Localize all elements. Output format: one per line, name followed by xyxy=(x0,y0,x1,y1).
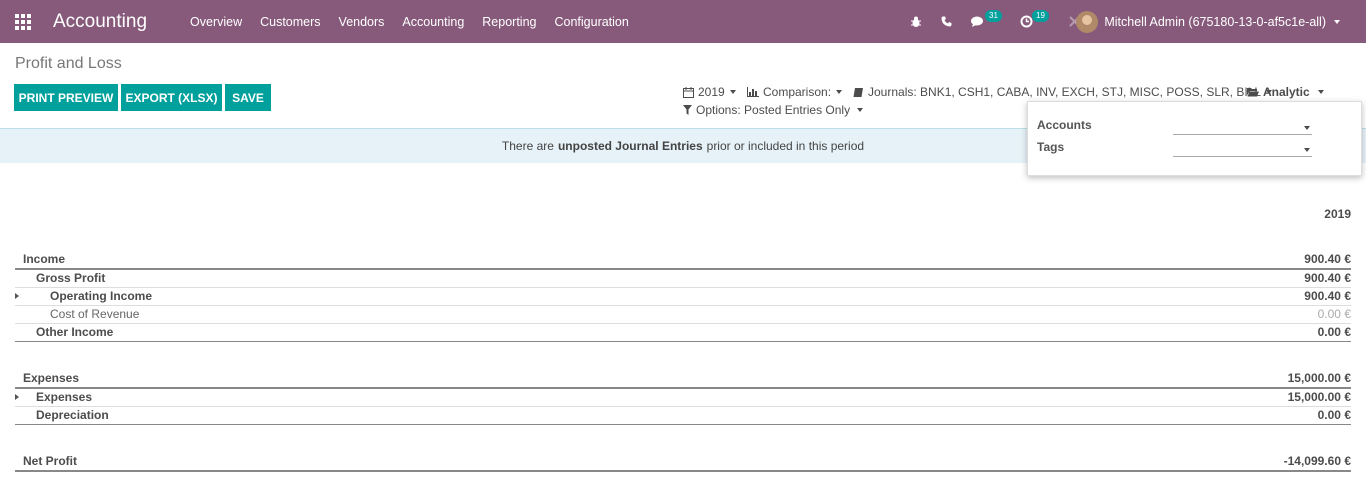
row-label: Cost of Revenue xyxy=(50,307,140,321)
table-row: Depreciation 0.00 € xyxy=(15,406,1351,425)
page-title: Profit and Loss xyxy=(15,55,122,72)
menu-customers[interactable]: Customers xyxy=(260,15,320,29)
table-row: Other Income 0.00 € xyxy=(15,323,1351,342)
table-row: Cost of Revenue 0.00 € xyxy=(15,305,1351,324)
book-icon xyxy=(853,87,863,97)
user-name: Mitchell Admin (675180-13-0-af5c1e-all) xyxy=(1104,14,1326,29)
row-label[interactable]: Operating Income xyxy=(15,289,1304,303)
chevron-down-icon xyxy=(1304,126,1310,130)
date-filter[interactable]: 2019 xyxy=(683,85,736,99)
phone-icon[interactable] xyxy=(941,0,952,43)
analytic-filter-label: Analytic xyxy=(1263,85,1310,99)
top-navbar: Accounting Overview Customers Vendors Ac… xyxy=(0,0,1366,43)
table-row: Income 900.40 € xyxy=(15,250,1351,270)
row-label[interactable]: Expenses xyxy=(15,390,1288,404)
main-menu: Overview Customers Vendors Accounting Re… xyxy=(190,15,647,29)
app-name: Accounting xyxy=(53,10,148,32)
row-value: 0.00 € xyxy=(1317,307,1351,321)
journals-filter[interactable]: Journals: BNK1, CSH1, CABA, INV, EXCH, S… xyxy=(853,85,1273,99)
chevron-down-icon xyxy=(1317,90,1324,94)
activities-count-badge: 19 xyxy=(1032,10,1049,22)
row-value: 0.00 € xyxy=(1317,325,1351,339)
row-label: Net Profit xyxy=(23,454,77,468)
debug-bug-icon[interactable] xyxy=(910,0,922,43)
table-row: Net Profit -14,099.60 € xyxy=(15,452,1351,472)
avatar xyxy=(1076,10,1099,33)
apps-grid-icon[interactable] xyxy=(15,13,31,30)
tags-select[interactable] xyxy=(1173,142,1312,157)
table-row: Expenses 15,000.00 € xyxy=(15,369,1351,389)
save-button[interactable]: SAVE xyxy=(225,84,271,111)
row-value: 900.40 € xyxy=(1304,289,1351,303)
tags-label: Tags xyxy=(1037,140,1065,154)
chevron-down-icon xyxy=(1304,148,1310,152)
row-label: Depreciation xyxy=(36,408,109,422)
messages-count-badge: 31 xyxy=(985,10,1002,22)
caret-right-icon[interactable] xyxy=(15,394,19,400)
journals-filter-label: Journals: BNK1, CSH1, CABA, INV, EXCH, S… xyxy=(868,85,1262,99)
menu-accounting[interactable]: Accounting xyxy=(402,15,464,29)
export-xlsx-button[interactable]: EXPORT (XLSX) xyxy=(121,84,222,111)
menu-configuration[interactable]: Configuration xyxy=(554,15,628,29)
row-value: 15,000.00 € xyxy=(1287,390,1351,404)
chevron-down-icon xyxy=(729,90,736,94)
options-filter[interactable]: Options: Posted Entries Only xyxy=(683,103,864,117)
menu-vendors[interactable]: Vendors xyxy=(339,15,385,29)
options-filter-label: Options: Posted Entries Only xyxy=(696,103,851,117)
analytic-filter[interactable]: Analytic xyxy=(1247,85,1324,99)
banner-text-bold[interactable]: unposted Journal Entries xyxy=(558,139,703,153)
row-value: 900.40 € xyxy=(1304,271,1351,285)
table-row[interactable]: Expenses 15,000.00 € xyxy=(15,388,1351,407)
menu-reporting[interactable]: Reporting xyxy=(482,15,536,29)
comparison-filter[interactable]: Comparison: xyxy=(747,85,843,99)
accounts-label: Accounts xyxy=(1037,118,1092,132)
bar-chart-icon xyxy=(747,87,759,97)
funnel-icon xyxy=(683,105,692,115)
row-label: Expenses xyxy=(23,371,80,385)
row-label: Other Income xyxy=(36,325,114,339)
chat-messages-icon[interactable] xyxy=(971,0,985,43)
calendar-icon xyxy=(683,86,694,98)
row-value: 900.40 € xyxy=(1304,252,1351,266)
menu-overview[interactable]: Overview xyxy=(190,15,242,29)
accounts-select[interactable] xyxy=(1173,120,1312,135)
row-label: Income xyxy=(23,252,66,266)
date-filter-label: 2019 xyxy=(698,85,725,99)
chevron-down-icon xyxy=(857,108,864,112)
user-menu[interactable]: Mitchell Admin (675180-13-0-af5c1e-all) xyxy=(1076,0,1340,43)
folder-open-icon xyxy=(1247,88,1259,97)
row-label: Gross Profit xyxy=(36,271,106,285)
chevron-down-icon xyxy=(836,90,843,94)
activity-clock-icon[interactable] xyxy=(1020,0,1033,43)
table-row[interactable]: Operating Income 900.40 € xyxy=(15,287,1351,306)
print-preview-button[interactable]: PRINT PREVIEW xyxy=(14,84,118,111)
row-value: -14,099.60 € xyxy=(1283,454,1351,468)
chevron-down-icon xyxy=(1334,19,1340,24)
analytic-dropdown-panel: Accounts Tags xyxy=(1027,101,1362,176)
comparison-filter-label: Comparison: xyxy=(763,85,832,99)
row-value: 0.00 € xyxy=(1317,408,1351,422)
caret-right-icon[interactable] xyxy=(15,293,19,299)
table-row: Gross Profit 900.40 € xyxy=(15,269,1351,288)
report-column-header: 2019 xyxy=(1324,207,1351,221)
banner-text-post: prior or included in this period xyxy=(706,139,865,153)
row-value: 15,000.00 € xyxy=(1287,371,1351,385)
banner-text-pre: There are xyxy=(501,139,554,153)
